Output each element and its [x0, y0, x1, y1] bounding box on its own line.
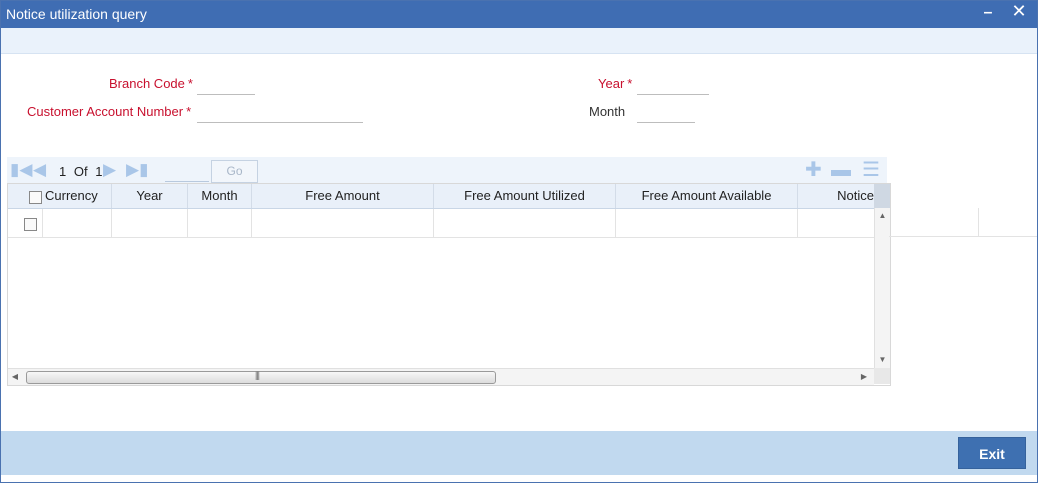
- table-row[interactable]: [8, 209, 874, 238]
- scroll-right-icon[interactable]: ▶: [858, 371, 870, 383]
- notice-utilization-grid: Currency Year Month Free Amount Free Amo…: [7, 183, 891, 386]
- grip-icon: |||: [255, 370, 260, 380]
- select-all-cell: [8, 184, 43, 208]
- month-label: Month: [589, 104, 626, 119]
- total-pages: 1: [95, 164, 103, 179]
- free-amount-utilized-cell[interactable]: [434, 209, 616, 237]
- column-header-free-amount-available[interactable]: Free Amount Available: [616, 184, 798, 208]
- scrollbar-corner: [874, 368, 890, 384]
- page-indicator: 1 Of 1: [59, 164, 106, 179]
- column-divider: [978, 208, 979, 236]
- required-mark: *: [627, 76, 633, 91]
- customer-account-number-label: Customer Account Number *: [27, 104, 191, 119]
- horizontal-scroll-thumb[interactable]: |||: [26, 370, 496, 384]
- customer-account-number-label-text: Customer Account Number: [27, 104, 184, 119]
- current-page: 1: [59, 164, 67, 179]
- add-row-icon[interactable]: ✚: [805, 159, 822, 181]
- vertical-scrollbar[interactable]: ▲ ▼: [874, 208, 890, 368]
- customer-account-number-input[interactable]: [197, 104, 363, 123]
- delete-row-icon[interactable]: ▬: [831, 159, 851, 181]
- scroll-left-icon[interactable]: ◀: [9, 371, 21, 383]
- month-input[interactable]: [637, 104, 695, 123]
- required-mark: *: [186, 104, 192, 119]
- column-header-free-amount-utilized[interactable]: Free Amount Utilized: [434, 184, 616, 208]
- row-select-cell: [8, 209, 43, 237]
- branch-code-input[interactable]: [197, 76, 255, 95]
- title-bar[interactable]: Notice utilization query – ✕: [1, 1, 1037, 28]
- column-header-year[interactable]: Year: [112, 184, 188, 208]
- minimize-icon[interactable]: –: [979, 1, 997, 28]
- scroll-up-icon[interactable]: ▲: [875, 210, 890, 222]
- currency-cell[interactable]: [43, 209, 112, 237]
- year-input[interactable]: [637, 76, 709, 95]
- window-title: Notice utilization query: [6, 6, 147, 22]
- column-header-currency[interactable]: Currency: [43, 184, 112, 208]
- select-all-checkbox[interactable]: [29, 191, 42, 204]
- row-divider: [889, 236, 1037, 237]
- of-label: Of: [73, 164, 88, 179]
- scroll-down-icon[interactable]: ▼: [875, 354, 890, 366]
- branch-code-label-text: Branch Code: [109, 76, 185, 91]
- row-checkbox[interactable]: [24, 218, 37, 231]
- required-mark: *: [187, 76, 193, 91]
- footer-bar: Exit: [1, 431, 1037, 475]
- notice-utilization-window: Notice utilization query – ✕ Branch Code…: [0, 0, 1038, 483]
- previous-page-icon[interactable]: ◀: [33, 161, 46, 179]
- column-header-notice[interactable]: Notice: [798, 184, 874, 208]
- month-cell[interactable]: [188, 209, 252, 237]
- header-strip: [1, 28, 1037, 54]
- single-view-icon[interactable]: ☰: [862, 159, 880, 181]
- column-header-month[interactable]: Month: [188, 184, 252, 208]
- free-amount-available-cell[interactable]: [616, 209, 798, 237]
- grid-header: Currency Year Month Free Amount Free Amo…: [8, 184, 890, 209]
- horizontal-scrollbar[interactable]: ◀ ||| ▶: [8, 368, 874, 385]
- exit-button[interactable]: Exit: [958, 437, 1026, 469]
- year-cell[interactable]: [112, 209, 188, 237]
- goto-page-input[interactable]: [165, 163, 209, 182]
- last-page-icon[interactable]: ▶▮: [126, 161, 148, 179]
- free-amount-cell[interactable]: [252, 209, 434, 237]
- notice-cell[interactable]: [798, 209, 874, 237]
- first-page-icon[interactable]: ▮◀: [10, 161, 32, 179]
- branch-code-label: Branch Code *: [109, 76, 193, 91]
- next-page-icon[interactable]: ▶: [103, 161, 116, 179]
- grid-toolbar: ▮◀ ◀ 1 Of 1 ▶ ▶▮ Go ✚ ▬ ☰: [7, 157, 887, 183]
- go-button[interactable]: Go: [211, 160, 258, 183]
- scrollbar-header-spacer: [874, 184, 890, 208]
- column-header-free-amount[interactable]: Free Amount: [252, 184, 434, 208]
- year-label-text: Year: [598, 76, 625, 91]
- close-icon[interactable]: ✕: [1009, 1, 1029, 23]
- year-label: Year *: [598, 76, 632, 91]
